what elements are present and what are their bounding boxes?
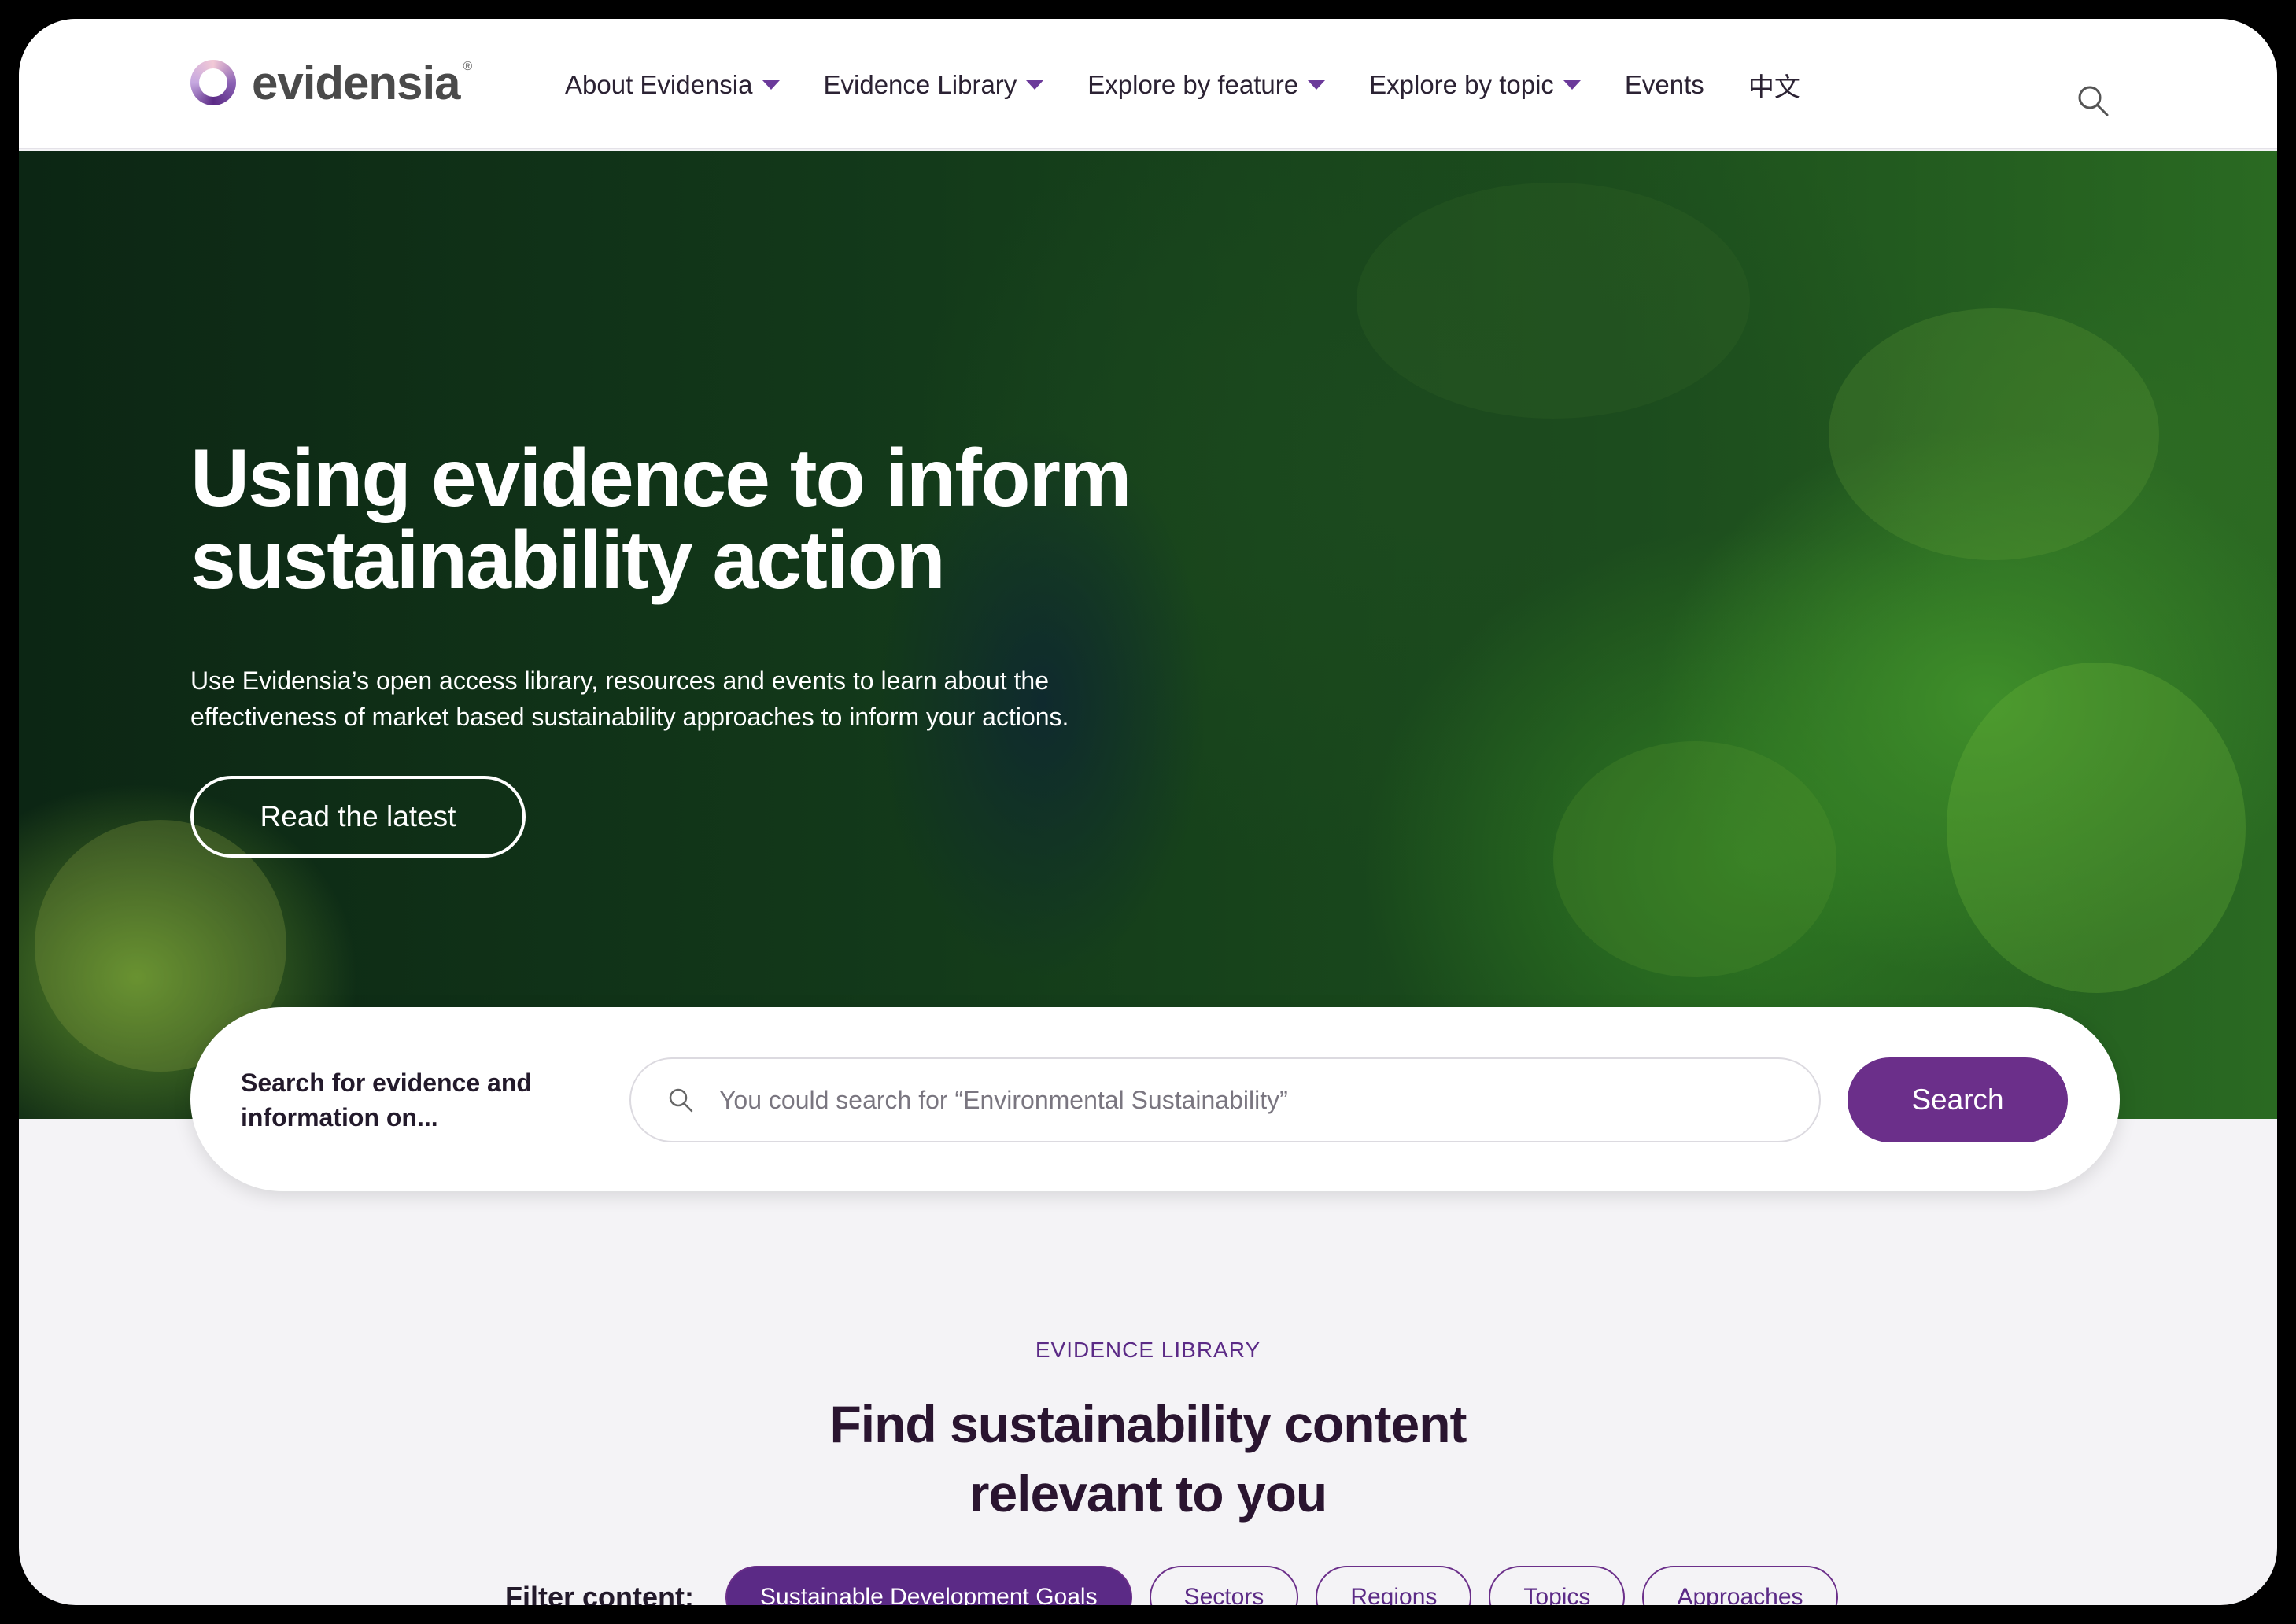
filter-label: Filter content: (505, 1581, 694, 1605)
hero-title-line: Using evidence to inform (190, 433, 1131, 524)
nav-item-label: Explore by topic (1369, 70, 1554, 99)
filter-chip-sectors[interactable]: Sectors (1149, 1566, 1299, 1605)
nav-item-explore-topic[interactable]: Explore by topic (1369, 70, 1581, 100)
top-navigation: evidensia ® About Evidensia Evidence Lib… (19, 19, 2277, 149)
filter-chip-regions[interactable]: Regions (1316, 1566, 1472, 1605)
browser-frame: evidensia ® About Evidensia Evidence Lib… (19, 19, 2277, 1605)
filter-chip-approaches[interactable]: Approaches (1642, 1566, 1838, 1605)
search-input[interactable] (719, 1085, 1789, 1115)
nav-item-label: Evidence Library (823, 70, 1017, 99)
foliage-texture (1947, 663, 2246, 993)
nav-item-explore-feature[interactable]: Explore by feature (1087, 70, 1326, 100)
nav-item-label: 中文 (1748, 72, 1800, 102)
section-title-line: relevant to you (969, 1464, 1327, 1522)
search-field[interactable] (629, 1057, 1821, 1142)
nav-item-label: About Evidensia (565, 70, 753, 99)
caret-down-icon (1026, 80, 1044, 90)
caret-down-icon (1563, 80, 1581, 90)
nav-item-label: Events (1624, 70, 1704, 99)
search-icon (669, 1088, 693, 1113)
logo-ring-icon (190, 60, 236, 105)
search-icon[interactable] (2076, 83, 2110, 118)
filter-bar: Filter content: Sustainable Development … (505, 1566, 1855, 1605)
section-title: Find sustainability content relevant to … (676, 1390, 1620, 1528)
nav-item-chinese[interactable]: 中文 (1748, 66, 1800, 104)
caret-down-icon (1308, 80, 1326, 90)
brand-logo[interactable]: evidensia ® (190, 55, 472, 110)
search-label-line: Search for evidence and (241, 1069, 532, 1097)
filter-chip-sdgs[interactable]: Sustainable Development Goals (725, 1566, 1132, 1605)
registered-mark: ® (463, 60, 473, 73)
search-button[interactable]: Search (1848, 1057, 2068, 1142)
section-title-line: Find sustainability content (829, 1395, 1467, 1453)
nav-item-label: Explore by feature (1087, 70, 1299, 99)
nav-item-events[interactable]: Events (1625, 70, 1704, 100)
main-menu: About Evidensia Evidence Library Explore… (565, 63, 1800, 107)
foliage-texture (1357, 183, 1750, 419)
section-kicker: EVIDENCE LIBRARY (1035, 1338, 1261, 1362)
caret-down-icon (762, 80, 780, 90)
nav-item-about[interactable]: About Evidensia (565, 70, 780, 100)
hero-banner: Using evidence to inform sustainability … (19, 151, 2277, 1119)
hero-title: Using evidence to inform sustainability … (190, 437, 1292, 601)
search-label-line: information on... (241, 1103, 438, 1131)
foliage-texture (1553, 741, 1836, 977)
hero-title-line: sustainability action (190, 515, 946, 606)
hero-subtitle-line: effectiveness of market based sustainabi… (190, 703, 1069, 731)
hero-subtitle-line: Use Evidensia’s open access library, res… (190, 666, 1049, 695)
nav-item-evidence-library[interactable]: Evidence Library (824, 70, 1044, 100)
search-panel: Search for evidence and information on..… (190, 1007, 2120, 1191)
read-latest-button[interactable]: Read the latest (190, 776, 526, 858)
foliage-texture (1829, 308, 2159, 560)
filter-chip-topics[interactable]: Topics (1489, 1566, 1626, 1605)
brand-name: evidensia (252, 56, 460, 109)
hero-subtitle: Use Evidensia’s open access library, res… (190, 663, 1182, 735)
search-label: Search for evidence and information on..… (241, 1065, 571, 1135)
